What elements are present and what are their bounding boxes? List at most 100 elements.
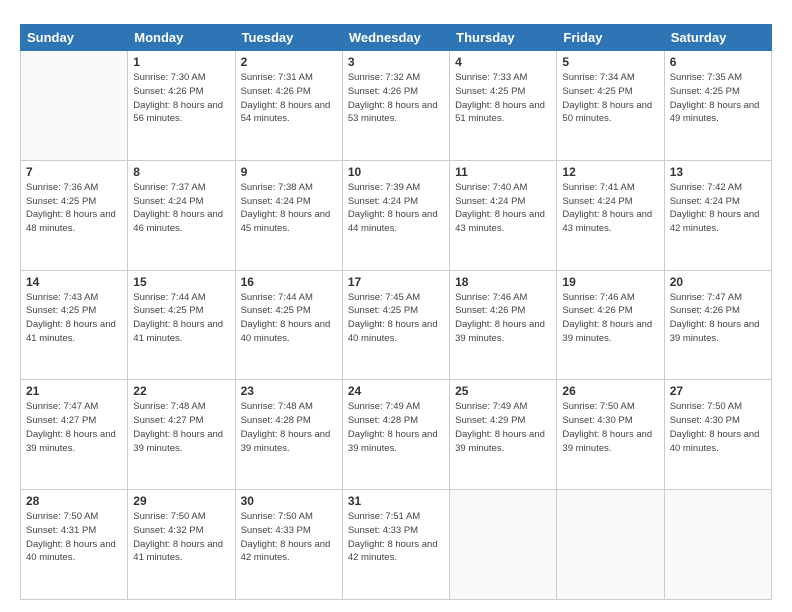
calendar-cell: 10 Sunrise: 7:39 AMSunset: 4:24 PMDayligh… bbox=[342, 160, 449, 270]
day-info: Sunrise: 7:38 AMSunset: 4:24 PMDaylight:… bbox=[241, 181, 337, 236]
day-info: Sunrise: 7:30 AMSunset: 4:26 PMDaylight:… bbox=[133, 71, 229, 126]
day-info: Sunrise: 7:50 AMSunset: 4:31 PMDaylight:… bbox=[26, 510, 122, 565]
day-info: Sunrise: 7:46 AMSunset: 4:26 PMDaylight:… bbox=[562, 291, 658, 346]
day-number: 8 bbox=[133, 165, 229, 179]
calendar-cell bbox=[664, 490, 771, 600]
calendar-cell: 18 Sunrise: 7:46 AMSunset: 4:26 PMDayligh… bbox=[450, 270, 557, 380]
day-info: Sunrise: 7:35 AMSunset: 4:25 PMDaylight:… bbox=[670, 71, 766, 126]
day-info: Sunrise: 7:44 AMSunset: 4:25 PMDaylight:… bbox=[241, 291, 337, 346]
calendar-header-row: SundayMondayTuesdayWednesdayThursdayFrid… bbox=[21, 25, 772, 51]
calendar-cell: 6 Sunrise: 7:35 AMSunset: 4:25 PMDaylight… bbox=[664, 51, 771, 161]
calendar-week-5: 28 Sunrise: 7:50 AMSunset: 4:31 PMDayligh… bbox=[21, 490, 772, 600]
day-info: Sunrise: 7:43 AMSunset: 4:25 PMDaylight:… bbox=[26, 291, 122, 346]
calendar-cell: 21Sunrise: 7:47 AMSunset: 4:27 PMDayligh… bbox=[21, 380, 128, 490]
calendar-cell: 30 Sunrise: 7:50 AMSunset: 4:33 PMDayligh… bbox=[235, 490, 342, 600]
day-info: Sunrise: 7:50 AMSunset: 4:30 PMDaylight:… bbox=[670, 400, 766, 455]
page: General Blue SundayMondayTuesdayWednesda… bbox=[0, 0, 792, 612]
day-header-sunday: Sunday bbox=[21, 25, 128, 51]
calendar-cell: 4 Sunrise: 7:33 AMSunset: 4:25 PMDaylight… bbox=[450, 51, 557, 161]
calendar-cell: 31Sunrise: 7:51 AMSunset: 4:33 PMDayligh… bbox=[342, 490, 449, 600]
day-info: Sunrise: 7:50 AMSunset: 4:33 PMDaylight:… bbox=[241, 510, 337, 565]
day-number: 30 bbox=[241, 494, 337, 508]
day-number: 19 bbox=[562, 275, 658, 289]
calendar-cell: 16 Sunrise: 7:44 AMSunset: 4:25 PMDayligh… bbox=[235, 270, 342, 380]
calendar-cell: 9 Sunrise: 7:38 AMSunset: 4:24 PMDaylight… bbox=[235, 160, 342, 270]
calendar-week-1: 1 Sunrise: 7:30 AMSunset: 4:26 PMDaylight… bbox=[21, 51, 772, 161]
calendar-cell bbox=[21, 51, 128, 161]
calendar-week-2: 7 Sunrise: 7:36 AMSunset: 4:25 PMDaylight… bbox=[21, 160, 772, 270]
day-number: 13 bbox=[670, 165, 766, 179]
day-number: 3 bbox=[348, 55, 444, 69]
day-number: 11 bbox=[455, 165, 551, 179]
day-info: Sunrise: 7:51 AMSunset: 4:33 PMDaylight:… bbox=[348, 510, 444, 565]
calendar-cell: 11 Sunrise: 7:40 AMSunset: 4:24 PMDayligh… bbox=[450, 160, 557, 270]
day-info: Sunrise: 7:50 AMSunset: 4:30 PMDaylight:… bbox=[562, 400, 658, 455]
calendar-cell bbox=[557, 490, 664, 600]
calendar-cell: 3 Sunrise: 7:32 AMSunset: 4:26 PMDaylight… bbox=[342, 51, 449, 161]
calendar-cell: 13Sunrise: 7:42 AMSunset: 4:24 PMDayligh… bbox=[664, 160, 771, 270]
calendar-cell: 20 Sunrise: 7:47 AMSunset: 4:26 PMDayligh… bbox=[664, 270, 771, 380]
day-number: 26 bbox=[562, 384, 658, 398]
calendar-cell: 22 Sunrise: 7:48 AMSunset: 4:27 PMDayligh… bbox=[128, 380, 235, 490]
day-info: Sunrise: 7:47 AMSunset: 4:26 PMDaylight:… bbox=[670, 291, 766, 346]
day-number: 24 bbox=[348, 384, 444, 398]
day-info: Sunrise: 7:49 AMSunset: 4:28 PMDaylight:… bbox=[348, 400, 444, 455]
day-info: Sunrise: 7:31 AMSunset: 4:26 PMDaylight:… bbox=[241, 71, 337, 126]
day-number: 18 bbox=[455, 275, 551, 289]
day-number: 5 bbox=[562, 55, 658, 69]
day-number: 27 bbox=[670, 384, 766, 398]
day-info: Sunrise: 7:39 AMSunset: 4:24 PMDaylight:… bbox=[348, 181, 444, 236]
day-header-friday: Friday bbox=[557, 25, 664, 51]
day-number: 6 bbox=[670, 55, 766, 69]
day-number: 10 bbox=[348, 165, 444, 179]
calendar-cell: 1 Sunrise: 7:30 AMSunset: 4:26 PMDaylight… bbox=[128, 51, 235, 161]
day-header-wednesday: Wednesday bbox=[342, 25, 449, 51]
day-info: Sunrise: 7:45 AMSunset: 4:25 PMDaylight:… bbox=[348, 291, 444, 346]
calendar-cell: 19 Sunrise: 7:46 AMSunset: 4:26 PMDayligh… bbox=[557, 270, 664, 380]
day-number: 1 bbox=[133, 55, 229, 69]
calendar-cell: 24 Sunrise: 7:49 AMSunset: 4:28 PMDayligh… bbox=[342, 380, 449, 490]
calendar-cell: 14 Sunrise: 7:43 AMSunset: 4:25 PMDayligh… bbox=[21, 270, 128, 380]
calendar-week-3: 14 Sunrise: 7:43 AMSunset: 4:25 PMDayligh… bbox=[21, 270, 772, 380]
day-header-monday: Monday bbox=[128, 25, 235, 51]
day-info: Sunrise: 7:33 AMSunset: 4:25 PMDaylight:… bbox=[455, 71, 551, 126]
calendar-cell: 29Sunrise: 7:50 AMSunset: 4:32 PMDayligh… bbox=[128, 490, 235, 600]
day-number: 16 bbox=[241, 275, 337, 289]
day-info: Sunrise: 7:48 AMSunset: 4:27 PMDaylight:… bbox=[133, 400, 229, 455]
day-number: 21 bbox=[26, 384, 122, 398]
calendar-cell: 27 Sunrise: 7:50 AMSunset: 4:30 PMDayligh… bbox=[664, 380, 771, 490]
calendar-cell: 26 Sunrise: 7:50 AMSunset: 4:30 PMDayligh… bbox=[557, 380, 664, 490]
day-info: Sunrise: 7:40 AMSunset: 4:24 PMDaylight:… bbox=[455, 181, 551, 236]
day-number: 12 bbox=[562, 165, 658, 179]
day-header-tuesday: Tuesday bbox=[235, 25, 342, 51]
calendar-cell: 8 Sunrise: 7:37 AMSunset: 4:24 PMDaylight… bbox=[128, 160, 235, 270]
day-info: Sunrise: 7:36 AMSunset: 4:25 PMDaylight:… bbox=[26, 181, 122, 236]
day-info: Sunrise: 7:37 AMSunset: 4:24 PMDaylight:… bbox=[133, 181, 229, 236]
day-number: 15 bbox=[133, 275, 229, 289]
day-info: Sunrise: 7:48 AMSunset: 4:28 PMDaylight:… bbox=[241, 400, 337, 455]
day-number: 2 bbox=[241, 55, 337, 69]
calendar-cell: 2 Sunrise: 7:31 AMSunset: 4:26 PMDaylight… bbox=[235, 51, 342, 161]
day-number: 25 bbox=[455, 384, 551, 398]
calendar-cell: 15 Sunrise: 7:44 AMSunset: 4:25 PMDayligh… bbox=[128, 270, 235, 380]
day-header-saturday: Saturday bbox=[664, 25, 771, 51]
calendar-cell: 28 Sunrise: 7:50 AMSunset: 4:31 PMDayligh… bbox=[21, 490, 128, 600]
day-number: 22 bbox=[133, 384, 229, 398]
calendar-cell bbox=[450, 490, 557, 600]
day-info: Sunrise: 7:41 AMSunset: 4:24 PMDaylight:… bbox=[562, 181, 658, 236]
day-number: 17 bbox=[348, 275, 444, 289]
day-number: 9 bbox=[241, 165, 337, 179]
day-number: 4 bbox=[455, 55, 551, 69]
calendar-cell: 23Sunrise: 7:48 AMSunset: 4:28 PMDayligh… bbox=[235, 380, 342, 490]
day-info: Sunrise: 7:32 AMSunset: 4:26 PMDaylight:… bbox=[348, 71, 444, 126]
day-info: Sunrise: 7:46 AMSunset: 4:26 PMDaylight:… bbox=[455, 291, 551, 346]
day-info: Sunrise: 7:44 AMSunset: 4:25 PMDaylight:… bbox=[133, 291, 229, 346]
day-number: 7 bbox=[26, 165, 122, 179]
day-number: 20 bbox=[670, 275, 766, 289]
day-number: 28 bbox=[26, 494, 122, 508]
day-number: 14 bbox=[26, 275, 122, 289]
day-header-thursday: Thursday bbox=[450, 25, 557, 51]
calendar-table: SundayMondayTuesdayWednesdayThursdayFrid… bbox=[20, 24, 772, 600]
day-info: Sunrise: 7:50 AMSunset: 4:32 PMDaylight:… bbox=[133, 510, 229, 565]
calendar-cell: 25Sunrise: 7:49 AMSunset: 4:29 PMDayligh… bbox=[450, 380, 557, 490]
